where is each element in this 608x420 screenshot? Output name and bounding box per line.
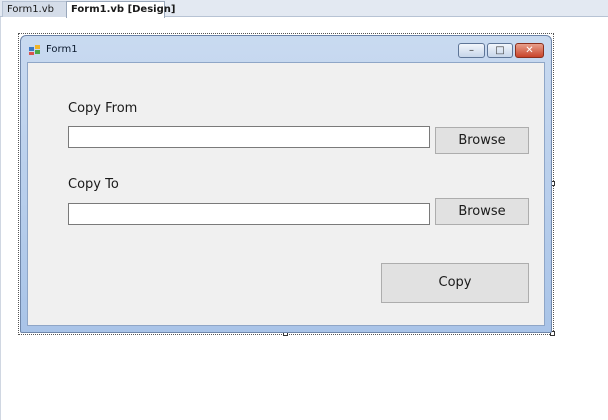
windows-form-icon — [29, 45, 40, 55]
tab-form1-code[interactable]: Form1.vb — [2, 1, 70, 17]
document-tab-strip: Form1.vb Form1.vb [Design] — [0, 0, 608, 18]
close-icon: ✕ — [525, 45, 534, 56]
form-titlebar[interactable]: Form1 – □ ✕ — [21, 36, 551, 62]
tab-form1-design[interactable]: Form1.vb [Design] — [66, 1, 175, 18]
close-button[interactable]: ✕ — [515, 43, 544, 58]
form-client-area: Copy From Browse Copy To Browse Copy — [27, 62, 545, 326]
maximize-button[interactable]: □ — [487, 43, 513, 58]
form-title: Form1 — [46, 44, 78, 55]
browse-source-button[interactable]: Browse — [435, 127, 529, 154]
maximize-icon: □ — [495, 45, 505, 56]
copy-from-input[interactable] — [68, 126, 430, 148]
copy-to-input[interactable] — [68, 203, 430, 225]
form-window[interactable]: Form1 – □ ✕ Copy From Browse Copy To Bro… — [20, 35, 552, 333]
minimize-icon: – — [469, 45, 474, 56]
minimize-button[interactable]: – — [458, 43, 485, 58]
copy-button[interactable]: Copy — [381, 263, 529, 303]
copy-from-label: Copy From — [68, 101, 138, 116]
copy-to-label: Copy To — [68, 177, 119, 192]
browse-destination-button[interactable]: Browse — [435, 198, 529, 225]
